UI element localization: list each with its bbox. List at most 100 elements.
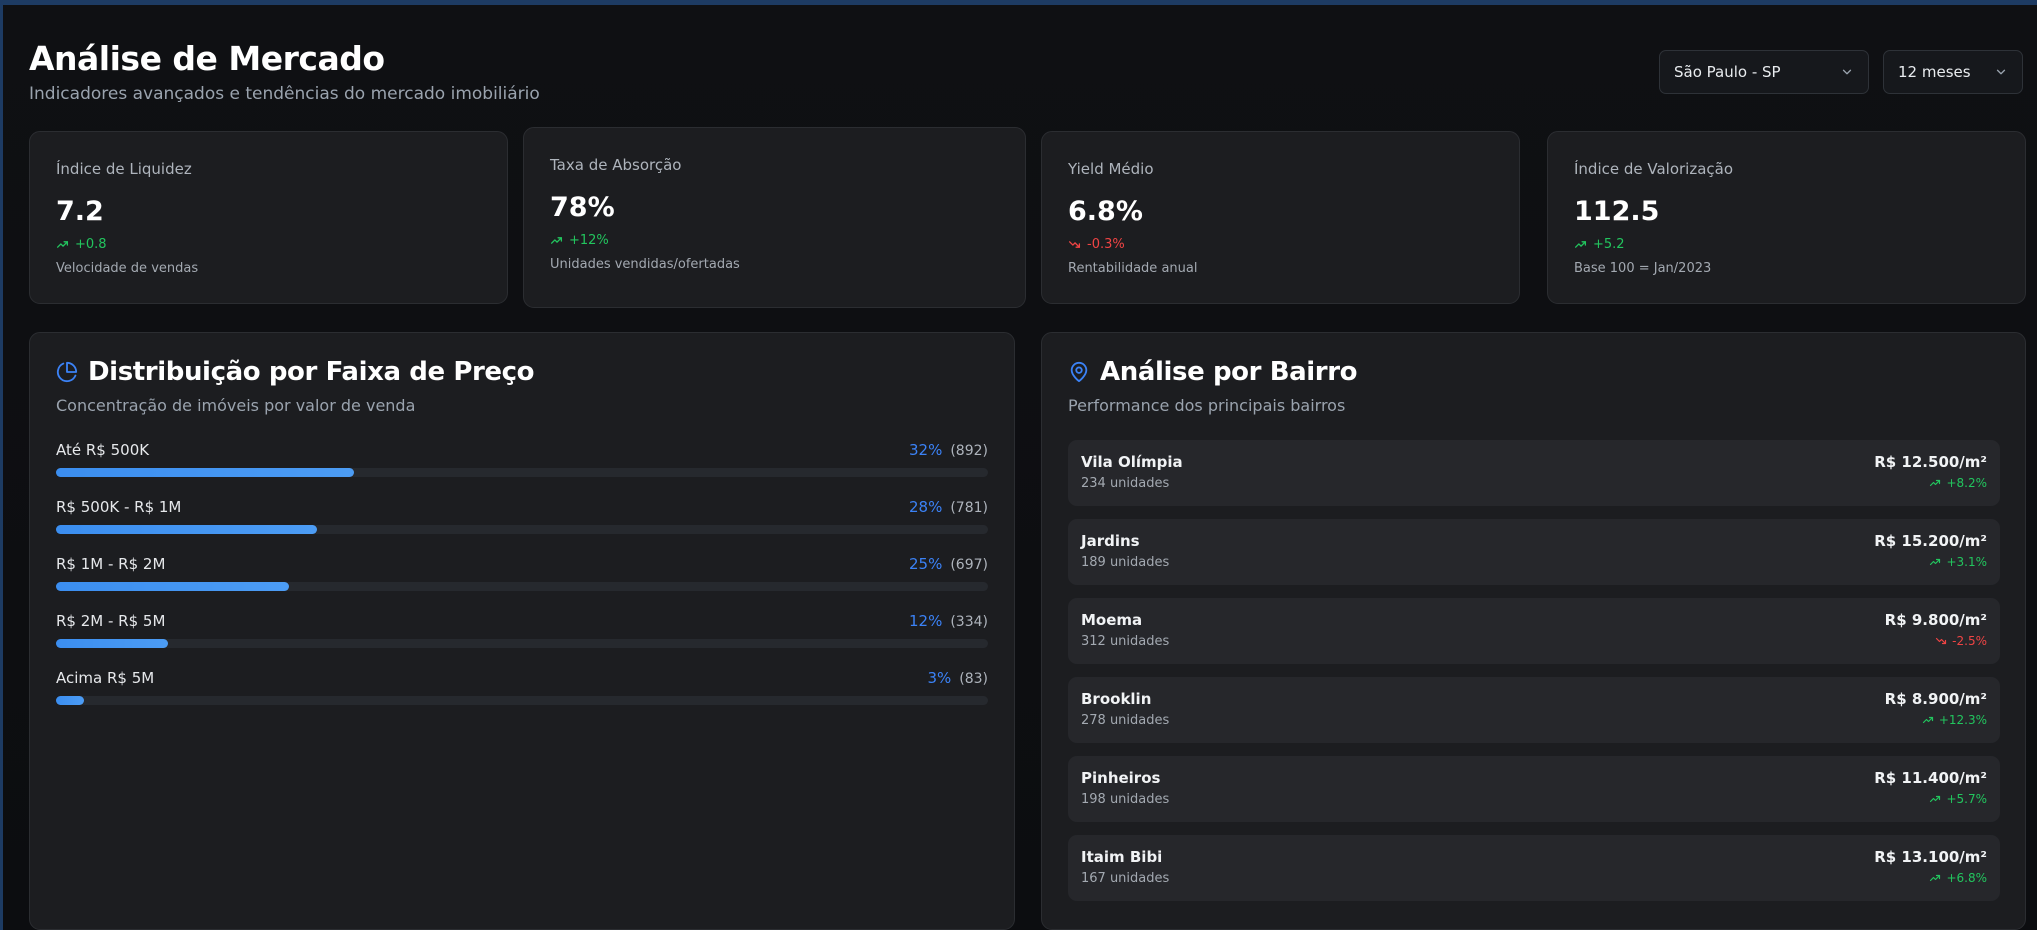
trending-up-icon xyxy=(550,237,563,244)
trending-up-icon xyxy=(56,241,69,248)
pie-chart-icon xyxy=(56,361,78,382)
price-range-track xyxy=(56,639,988,648)
price-range-percent: 25% xyxy=(909,555,943,573)
neighborhood-row[interactable]: Pinheiros 198 unidades R$ 11.400/m² +5.7… xyxy=(1068,756,2000,822)
neighborhood-price: R$ 9.800/m² xyxy=(1884,611,1987,629)
chevron-down-icon xyxy=(1842,69,1852,75)
map-pin-icon xyxy=(1070,361,1088,383)
kpi-value: 7.2 xyxy=(56,196,104,227)
price-range-percent: 28% xyxy=(909,498,943,516)
neighborhood-name: Pinheiros xyxy=(1081,769,1161,787)
filter-controls: São Paulo - SP 12 meses xyxy=(1659,50,2023,94)
panel-title: Distribuição por Faixa de Preço xyxy=(56,357,535,387)
kpi-change-value: +5.2 xyxy=(1593,237,1625,252)
neighborhood-change: +6.8% xyxy=(1929,871,1987,885)
neighborhood-price: R$ 11.400/m² xyxy=(1874,769,1987,787)
panel-header: Distribuição por Faixa de Preço Concentr… xyxy=(56,357,535,415)
price-range-count: (697) xyxy=(950,557,988,573)
trending-down-icon xyxy=(1936,637,1947,645)
price-range-count: (781) xyxy=(950,500,988,516)
neighborhood-row[interactable]: Jardins 189 unidades R$ 15.200/m² +3.1% xyxy=(1068,519,2000,585)
neighborhood-list: Vila Olímpia 234 unidades R$ 12.500/m² +… xyxy=(1068,440,2000,914)
app-frame: Análise de Mercado Indicadores avançados… xyxy=(0,0,2037,930)
kpi-description: Base 100 = Jan/2023 xyxy=(1574,261,1712,276)
price-range-row: R$ 1M - R$ 2M 25% (697) xyxy=(56,555,988,612)
neighborhood-units: 189 unidades xyxy=(1081,555,1170,570)
kpi-value: 78% xyxy=(550,192,615,223)
neighborhood-units: 312 unidades xyxy=(1081,634,1170,649)
panel-subtitle: Performance dos principais bairros xyxy=(1068,396,1346,415)
neighborhood-change-value: +12.3% xyxy=(1938,713,1987,727)
kpi-change: +5.2 xyxy=(1574,237,1999,252)
panel-title: Análise por Bairro xyxy=(1068,357,1357,387)
neighborhood-price: R$ 12.500/m² xyxy=(1874,453,1987,471)
neighborhood-row[interactable]: Moema 312 unidades R$ 9.800/m² -2.5% xyxy=(1068,598,2000,664)
kpi-label: Índice de Valorização xyxy=(1574,160,1734,178)
kpi-description: Unidades vendidas/ofertadas xyxy=(550,257,740,272)
kpi-change: +12% xyxy=(550,233,999,248)
price-range-track xyxy=(56,525,988,534)
price-range-row: R$ 500K - R$ 1M 28% (781) xyxy=(56,498,988,555)
kpi-description: Rentabilidade anual xyxy=(1068,261,1198,276)
price-range-label: Até R$ 500K xyxy=(56,441,150,459)
neighborhood-row[interactable]: Brooklin 278 unidades R$ 8.900/m² +12.3% xyxy=(1068,677,2000,743)
neighborhood-panel: Análise por Bairro Performance dos princ… xyxy=(1041,332,2026,930)
panel-title-text: Distribuição por Faixa de Preço xyxy=(88,357,535,387)
trending-down-icon xyxy=(1068,241,1081,248)
neighborhood-units: 167 unidades xyxy=(1081,871,1170,886)
neighborhood-change: +3.1% xyxy=(1929,555,1987,569)
kpi-value: 112.5 xyxy=(1574,196,1660,227)
kpi-description: Velocidade de vendas xyxy=(56,261,199,276)
neighborhood-row[interactable]: Itaim Bibi 167 unidades R$ 13.100/m² +6.… xyxy=(1068,835,2000,901)
price-range-track xyxy=(56,468,988,477)
neighborhood-change: -2.5% xyxy=(1935,634,1987,648)
neighborhood-row[interactable]: Vila Olímpia 234 unidades R$ 12.500/m² +… xyxy=(1068,440,2000,506)
neighborhood-change: +5.7% xyxy=(1929,792,1987,806)
price-range-row: Acima R$ 5M 3% (83) xyxy=(56,669,988,726)
neighborhood-price: R$ 13.100/m² xyxy=(1874,848,1987,866)
kpi-card-appreciation: Índice de Valorização 112.5 +5.2 Base 10… xyxy=(1547,131,2026,304)
neighborhood-name: Moema xyxy=(1081,611,1143,629)
price-range-percent: 12% xyxy=(909,612,943,630)
price-range-bar xyxy=(56,582,289,591)
neighborhood-units: 198 unidades xyxy=(1081,792,1170,807)
price-range-percent: 3% xyxy=(927,669,952,687)
price-range-stats: 32% (892) xyxy=(909,441,988,459)
period-select-value: 12 meses xyxy=(1898,63,1971,81)
kpi-row: Índice de Liquidez 7.2 +0.8 Velocidade d… xyxy=(29,127,2026,311)
kpi-change-value: -0.3% xyxy=(1087,237,1125,252)
price-range-percent: 32% xyxy=(909,441,943,459)
price-range-row: R$ 2M - R$ 5M 12% (334) xyxy=(56,612,988,669)
page-subtitle: Indicadores avançados e tendências do me… xyxy=(29,84,540,104)
price-distribution-panel: Distribuição por Faixa de Preço Concentr… xyxy=(29,332,1015,930)
kpi-change-value: +12% xyxy=(569,233,609,248)
kpi-change: -0.3% xyxy=(1068,237,1493,252)
kpi-card-liquidity: Índice de Liquidez 7.2 +0.8 Velocidade d… xyxy=(29,131,508,304)
neighborhood-name: Vila Olímpia xyxy=(1081,453,1183,471)
trending-up-icon xyxy=(1930,558,1941,566)
page-title: Análise de Mercado xyxy=(29,39,385,78)
neighborhood-price: R$ 15.200/m² xyxy=(1874,532,1987,550)
city-select-value: São Paulo - SP xyxy=(1674,63,1781,81)
trending-up-icon xyxy=(1930,795,1941,803)
city-select[interactable]: São Paulo - SP xyxy=(1659,50,1869,94)
panel-header: Análise por Bairro Performance dos princ… xyxy=(1068,357,1357,415)
kpi-change: +0.8 xyxy=(56,237,481,252)
chevron-down-icon xyxy=(1996,69,2006,75)
price-range-track xyxy=(56,696,988,705)
kpi-label: Taxa de Absorção xyxy=(550,156,682,174)
neighborhood-units: 278 unidades xyxy=(1081,713,1170,728)
price-range-stats: 28% (781) xyxy=(909,498,988,516)
neighborhood-change-value: +6.8% xyxy=(1946,871,1987,885)
period-select[interactable]: 12 meses xyxy=(1883,50,2023,94)
price-range-count: (892) xyxy=(950,443,988,459)
neighborhood-change: +8.2% xyxy=(1929,476,1987,490)
price-range-stats: 25% (697) xyxy=(909,555,988,573)
price-range-bar xyxy=(56,468,355,477)
neighborhood-change-value: +8.2% xyxy=(1946,476,1987,490)
price-range-label: Acima R$ 5M xyxy=(56,669,155,687)
price-range-label: R$ 500K - R$ 1M xyxy=(56,498,182,516)
panel-subtitle: Concentração de imóveis por valor de ven… xyxy=(56,396,416,415)
page-header: Análise de Mercado Indicadores avançados… xyxy=(29,39,540,104)
neighborhood-price: R$ 8.900/m² xyxy=(1884,690,1987,708)
